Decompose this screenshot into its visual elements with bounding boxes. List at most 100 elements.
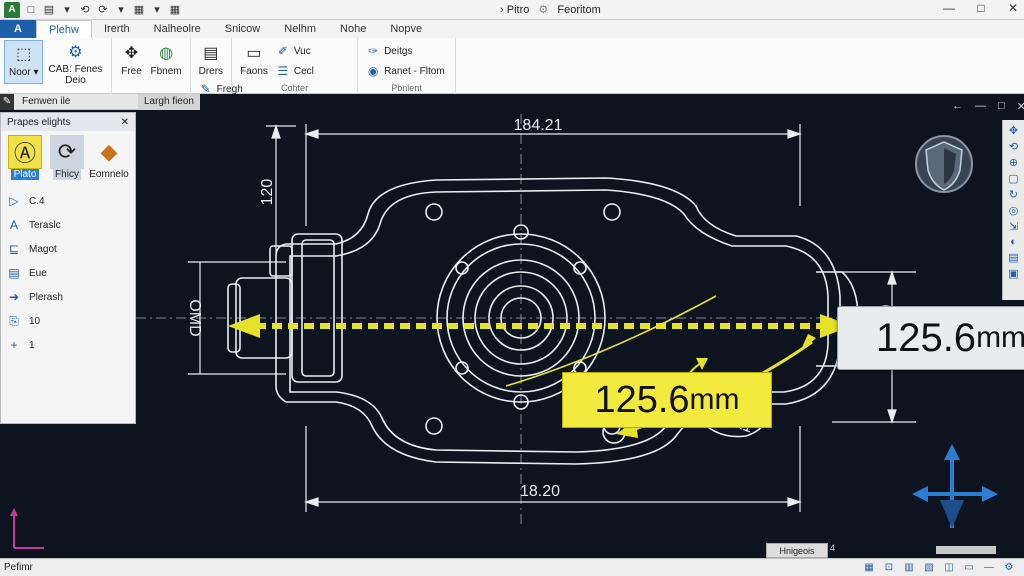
save-icon[interactable]: ▦ xyxy=(168,3,182,17)
tab-manage[interactable]: Nelhm xyxy=(272,20,328,38)
title-gear-icon: ⚙ xyxy=(538,4,549,16)
callout-yellow-unit: mm xyxy=(689,383,740,416)
print-icon[interactable]: ▦ xyxy=(132,3,146,17)
app-menu-button[interactable]: A xyxy=(0,20,36,38)
ribbon-group-drers: ▤ Drers ✎ Fregh xyxy=(191,38,243,96)
note-icon: ⎘ xyxy=(9,313,19,328)
select-button[interactable]: ⬚ Noor ▾ xyxy=(4,40,44,84)
eomnelo-tool[interactable]: ◆ Eomnelo xyxy=(89,135,129,185)
dimension-callout-white[interactable]: 125.6 mm xyxy=(837,306,1024,370)
osnap-icon[interactable]: ◫ xyxy=(942,562,956,574)
horizontal-scrollbar[interactable] xyxy=(936,546,996,554)
drawing-canvas[interactable]: 184.21 18.20 120 OMD 030 S X1 xyxy=(136,96,1024,544)
strip-left-label[interactable]: Fenwen ile xyxy=(14,96,78,107)
dimension-callout-yellow[interactable]: 125.6 mm xyxy=(562,372,772,428)
tab-view[interactable]: Snicow xyxy=(213,20,272,38)
polar-icon[interactable]: ▧ xyxy=(922,562,936,574)
minimize-view-icon[interactable]: — xyxy=(975,100,986,113)
rotate-icon[interactable]: ↻ xyxy=(1009,188,1018,201)
lock-icon[interactable]: ▣ xyxy=(1008,267,1018,280)
ranet-label: Ranet - Fltom xyxy=(384,65,445,77)
new-file-icon[interactable]: □ xyxy=(24,3,38,17)
cab-button[interactable]: ⚙ CAB: Fenes Deio xyxy=(43,40,107,86)
dim-bottom-text[interactable]: 18.20 xyxy=(520,483,560,500)
tab-output[interactable]: Nohe xyxy=(328,20,378,38)
minimize-icon[interactable]: — xyxy=(942,1,956,15)
deitgs-button[interactable]: ✑ Deitgs xyxy=(366,44,445,58)
look-icon[interactable]: ◐ xyxy=(1010,236,1017,248)
palette-row[interactable]: ⊑ Magot xyxy=(1,237,135,261)
fhicy-tool[interactable]: ⟳ Fhicy xyxy=(47,135,87,185)
palette-row[interactable]: ▷ C.4 xyxy=(1,189,135,213)
ranet-button[interactable]: ◉ Ranet - Fltom xyxy=(366,64,445,78)
tab-annotate[interactable]: Nalheolre xyxy=(142,20,213,38)
cecl-button[interactable]: ☰ Cecl xyxy=(276,64,314,78)
dim-omd-text[interactable]: OMD xyxy=(186,299,203,336)
free-button[interactable]: ✥ Free xyxy=(116,40,146,84)
grid-icon[interactable]: ▦ xyxy=(862,562,876,574)
cab-button-label: CAB: Fenes Deio xyxy=(48,64,103,86)
snap-icon[interactable]: ⊡ xyxy=(882,562,896,574)
open-file-icon[interactable]: ▤ xyxy=(42,3,56,17)
workspace-icon[interactable]: ⚙ xyxy=(1002,562,1016,574)
pin-icon[interactable]: ✎ xyxy=(0,93,14,110)
ribbon-tabs: A Plehw Irerth Nalheolre Snicow Nelhm No… xyxy=(0,20,1024,38)
layout-tab-next[interactable]: 4 xyxy=(830,543,842,558)
palette-row[interactable]: ▤ Eue xyxy=(1,261,135,285)
faons-button[interactable]: ▭ Faons xyxy=(236,40,272,84)
restore-view-icon[interactable]: ← xyxy=(952,100,963,113)
title-bar: A □ ▤ ▾ ⟲ ⟳ ▾ ▦ ▾ ▦ › Pitro ⚙ Feoritom —… xyxy=(0,0,1024,20)
maximize-icon[interactable]: □ xyxy=(974,1,988,15)
dropdown-icon[interactable]: ▾ xyxy=(150,3,164,17)
dropdown-icon[interactable]: ▾ xyxy=(60,3,74,17)
palette-row[interactable]: +1 xyxy=(1,333,135,357)
maximize-view-icon[interactable]: □ xyxy=(998,100,1005,113)
ribbon-group-pbnlent: ✑ Deitgs ◉ Ranet - Fltom Pbnlent xyxy=(358,38,457,94)
palette-close-icon[interactable]: ✕ xyxy=(121,117,129,128)
dimension-top xyxy=(304,124,802,226)
app-logo-icon[interactable]: A xyxy=(4,1,20,18)
tab-addins[interactable]: Nopve xyxy=(378,20,434,38)
palette-row[interactable]: ➔ Plerash xyxy=(1,285,135,309)
status-text: Pefimr xyxy=(4,562,33,573)
dim-left-text[interactable]: 120 xyxy=(259,179,276,206)
title-arrow-icon: › xyxy=(500,4,504,16)
plato-tool[interactable]: Ⓐ Plato xyxy=(5,135,45,185)
extents-icon[interactable]: ▢ xyxy=(1008,172,1018,185)
palette-row-label: Plerash xyxy=(29,291,63,303)
undo-icon[interactable]: ⟲ xyxy=(78,3,92,17)
close-view-icon[interactable]: ✕ xyxy=(1017,100,1024,113)
faons-button-label: Faons xyxy=(240,66,268,77)
redo-icon[interactable]: ⟳ xyxy=(96,3,110,17)
layout-tab-active[interactable]: Hnigeois xyxy=(766,543,828,558)
close-icon[interactable]: ✕ xyxy=(1006,1,1020,15)
text-icon: A xyxy=(9,218,18,232)
target-icon: ◉ xyxy=(367,64,379,78)
annotation-icon[interactable]: — xyxy=(982,562,996,574)
lineweight-icon[interactable]: ▭ xyxy=(962,562,976,574)
steering-icon[interactable]: ◎ xyxy=(1009,204,1019,217)
refresh-icon: ⟳ xyxy=(50,135,84,169)
tab-insert[interactable]: Irerth xyxy=(92,20,142,38)
pan-icon[interactable]: ✥ xyxy=(1009,124,1018,137)
vuc-button[interactable]: ✐ Vuc xyxy=(276,44,314,58)
palette-row[interactable]: ⎘ 10 xyxy=(1,309,135,333)
cecl-label: Cecl xyxy=(293,65,314,77)
navigation-axis-icon[interactable] xyxy=(912,444,998,528)
vuc-label: Vuc xyxy=(293,45,311,57)
walk-icon[interactable]: ⇲ xyxy=(1009,220,1018,233)
pbnlent-small-buttons: ✑ Deitgs ◉ Ranet - Fltom xyxy=(362,40,449,82)
zoom-icon[interactable]: ⊕ xyxy=(1009,156,1018,169)
dim-top-text[interactable]: 184.21 xyxy=(514,117,563,134)
view-cube-icon[interactable] xyxy=(915,135,973,193)
dropdown-icon[interactable]: ▾ xyxy=(114,3,128,17)
fbnem-button[interactable]: ◍ Fbnem xyxy=(146,40,185,84)
orbit-icon[interactable]: ⟲ xyxy=(1009,140,1018,153)
globe-icon: ◍ xyxy=(159,45,174,62)
fregh-icon: ✎ xyxy=(200,82,211,96)
layer-icon[interactable]: ▤ xyxy=(1008,251,1018,264)
tab-home[interactable]: Plehw xyxy=(36,20,92,38)
compass-icon: Ⓐ xyxy=(8,135,42,169)
ortho-icon[interactable]: ▥ xyxy=(902,562,916,574)
palette-row[interactable]: A Teraslc xyxy=(1,213,135,237)
